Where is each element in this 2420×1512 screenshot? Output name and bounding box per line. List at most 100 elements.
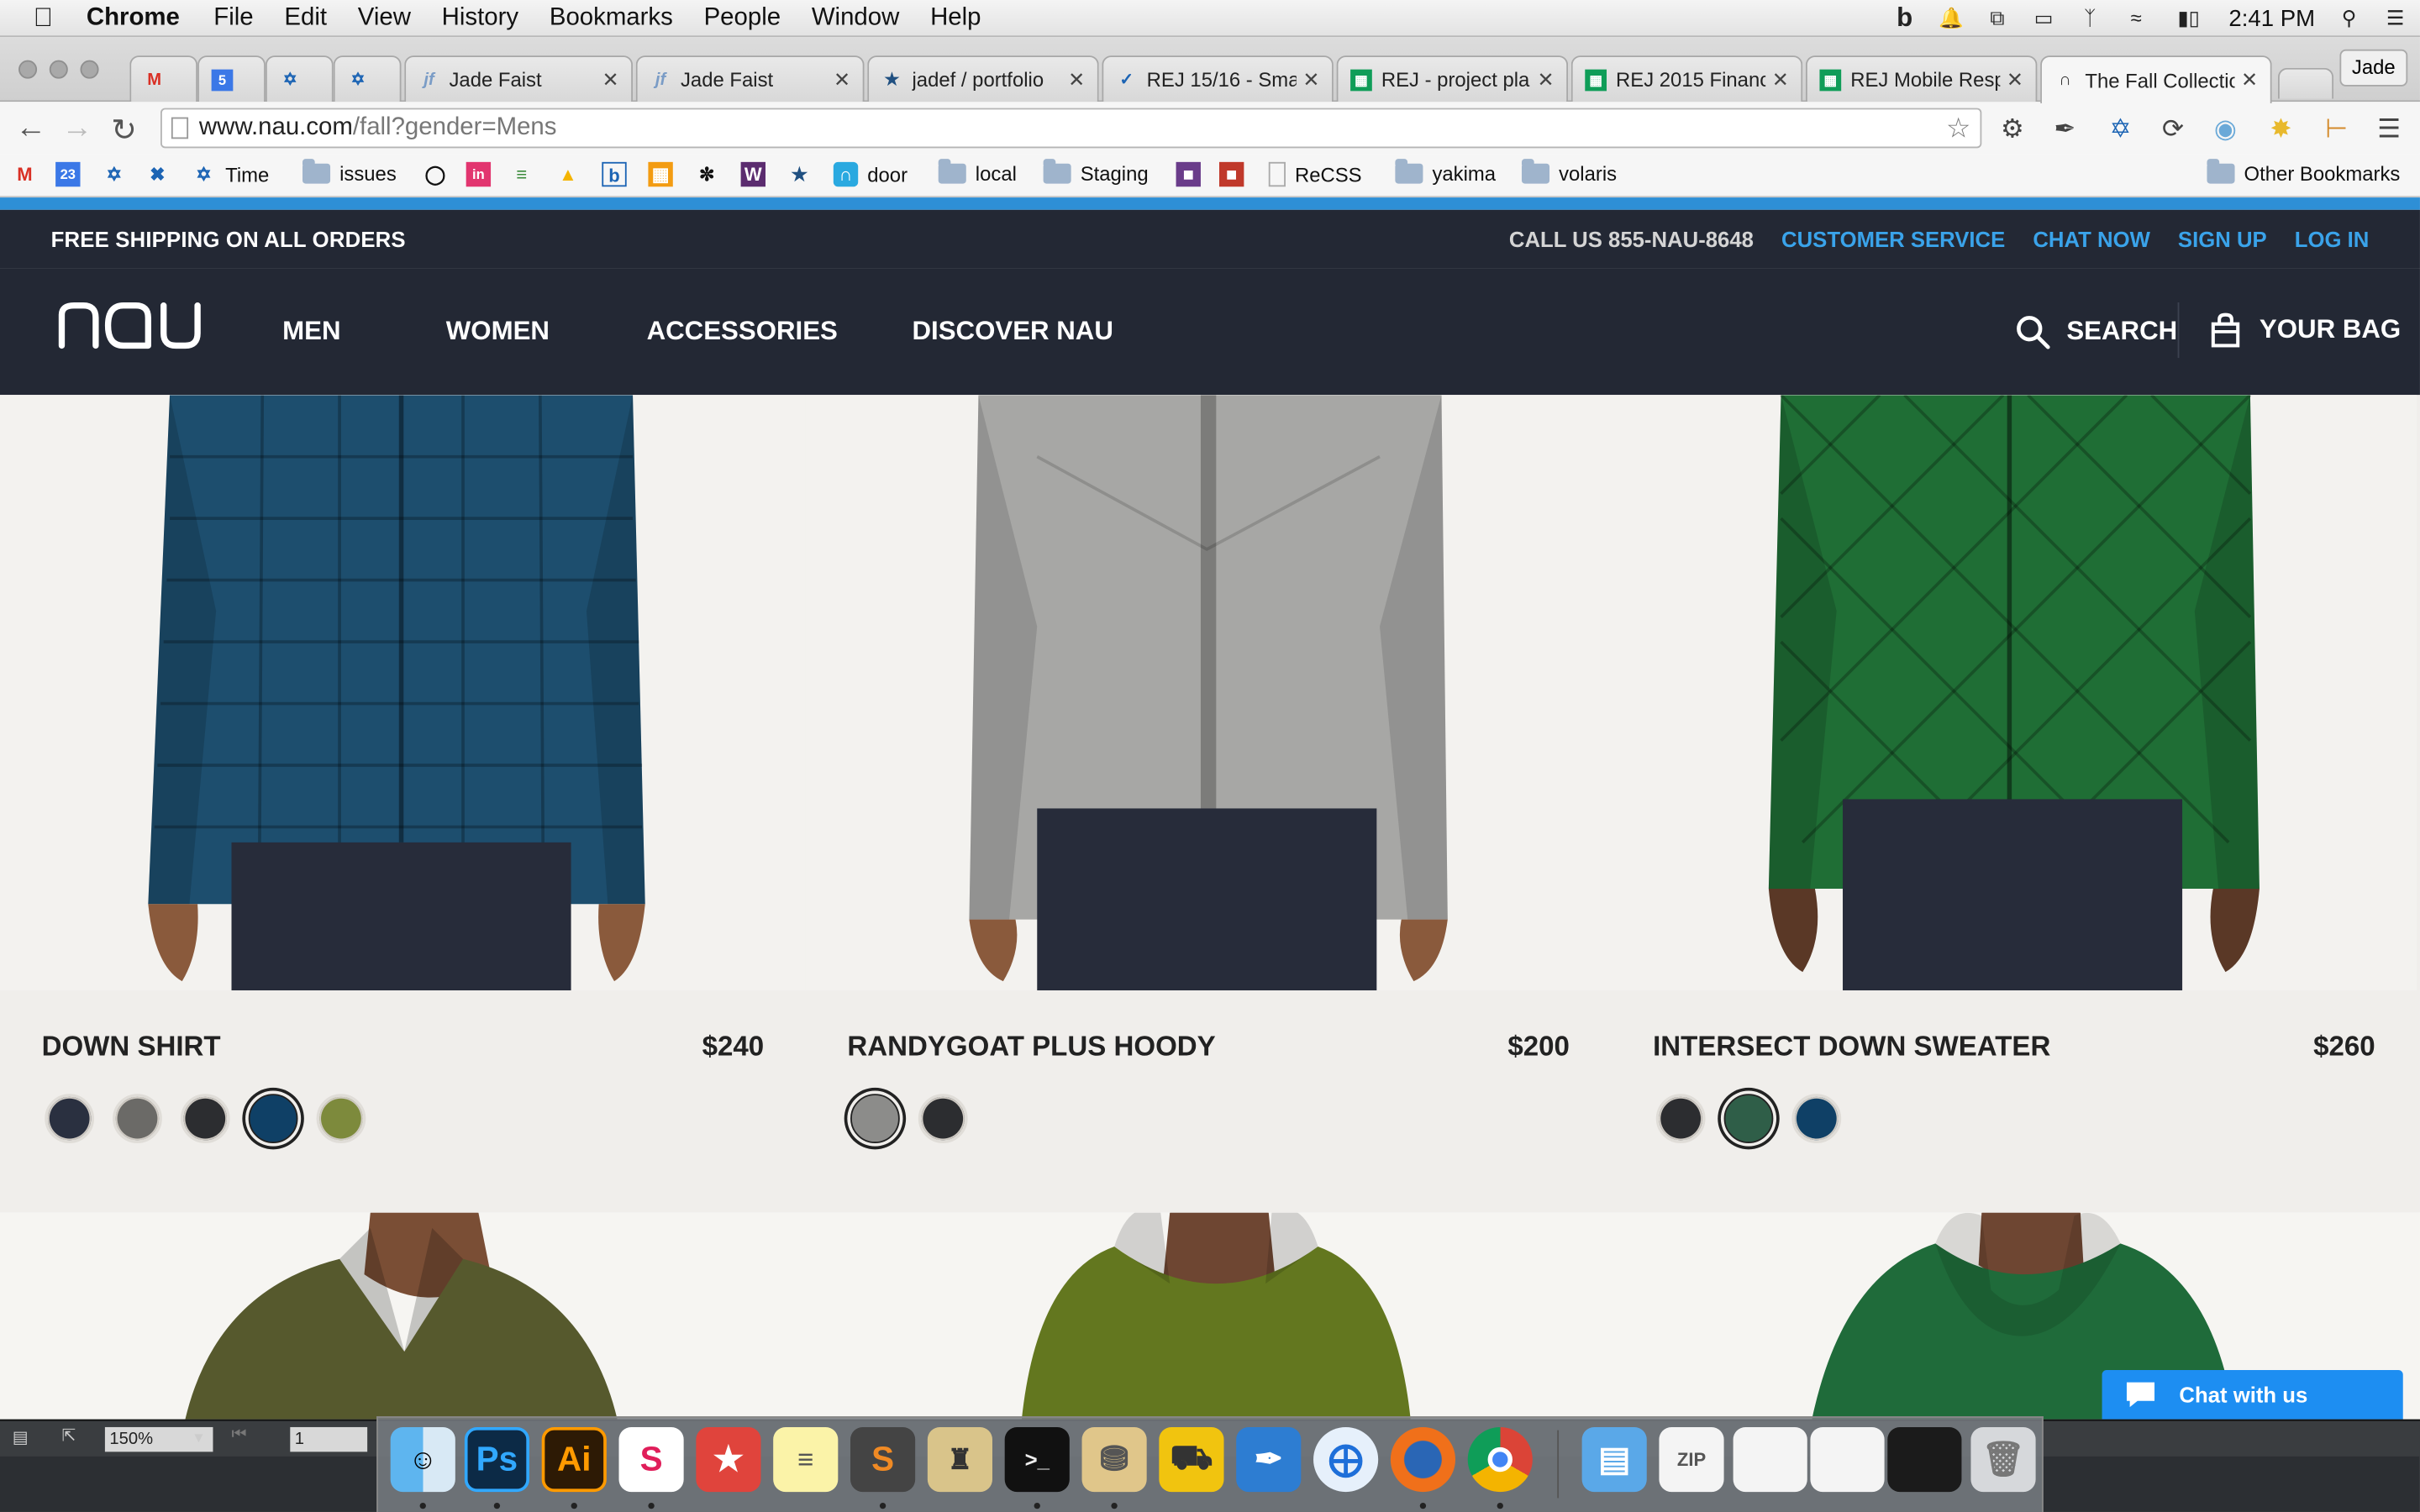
eyedropper-icon[interactable]: ✒ xyxy=(2049,114,2081,145)
bookmark-github[interactable]: ◯ xyxy=(423,162,447,186)
color-swatch[interactable] xyxy=(1655,1094,1706,1143)
customer-service-link[interactable]: CUSTOMER SERVICE xyxy=(1781,227,2005,251)
product-card[interactable]: DOWN SHIRT $240 xyxy=(0,395,806,1212)
window-manager-icon[interactable]: ⧉ xyxy=(1985,7,2009,29)
settings-gear-icon[interactable]: ⚙ xyxy=(1997,114,2028,145)
product-name[interactable]: RANDYGOAT PLUS HOODY xyxy=(847,1031,1215,1063)
tab-close-icon[interactable]: ✕ xyxy=(1538,67,1555,92)
bookmark-drive[interactable]: ▲ xyxy=(555,162,580,186)
tab-rej-2015-finance[interactable]: ▦ REJ 2015 Financ ✕ xyxy=(1570,55,1803,102)
bookmark-invision[interactable]: in xyxy=(466,161,492,187)
bookmark-local[interactable]: local xyxy=(938,159,1017,185)
tower-icon[interactable]: ♜ xyxy=(927,1426,992,1493)
bookmark-app-2[interactable]: ■ xyxy=(1218,161,1244,187)
camera-icon[interactable]: ◉ xyxy=(2210,114,2241,145)
menu-app-name[interactable]: Chrome xyxy=(87,4,180,32)
nau-logo[interactable] xyxy=(55,299,213,360)
address-bar[interactable]: www.nau.com/fall?gender=Mens ☆ xyxy=(160,108,1982,149)
illustrator-icon[interactable]: Ai xyxy=(541,1426,607,1493)
product-image[interactable] xyxy=(805,395,1612,991)
notification-bell-icon[interactable]: 🔔 xyxy=(1939,7,1964,29)
zip-file-icon[interactable]: ZIP xyxy=(1659,1426,1724,1493)
color-swatch-selected[interactable] xyxy=(850,1094,900,1143)
notification-center-icon[interactable]: ☰ xyxy=(2383,7,2407,29)
tab-rej-project-plan[interactable]: ▦ REJ - project pla ✕ xyxy=(1336,55,1569,102)
product-name[interactable]: DOWN SHIRT xyxy=(42,1031,221,1063)
zoom-window-button[interactable] xyxy=(80,60,99,79)
clock[interactable]: 2:41 PM xyxy=(2228,5,2315,31)
menu-history[interactable]: History xyxy=(442,4,518,32)
folder-icon[interactable]: ▤ xyxy=(1581,1426,1647,1493)
tab-rej-1516[interactable]: ✓ REJ 15/16 - Sma ✕ xyxy=(1102,55,1334,102)
trash-icon[interactable]: 🗑 xyxy=(1970,1426,2036,1493)
finder-icon[interactable]: ☺ xyxy=(390,1426,455,1493)
bookmark-volaris[interactable]: volaris xyxy=(1521,159,1617,185)
other-bookmarks[interactable]: Other Bookmarks xyxy=(2207,159,2400,185)
tab-calendar[interactable]: 5 xyxy=(197,55,266,102)
product-card[interactable]: INTERSECT DOWN SWEATER $260 xyxy=(1611,395,2417,1212)
menu-bookmarks[interactable]: Bookmarks xyxy=(550,4,673,32)
search-button[interactable]: SEARCH xyxy=(2014,313,2177,350)
tab-close-icon[interactable]: ✕ xyxy=(1772,67,1789,92)
photoshop-icon[interactable]: Ps xyxy=(464,1426,529,1493)
minimize-window-button[interactable] xyxy=(49,60,68,79)
tab-close-icon[interactable]: ✕ xyxy=(602,67,618,92)
airplay-icon[interactable]: ▭ xyxy=(2031,7,2055,29)
wunderlist-icon[interactable]: ★ xyxy=(696,1426,761,1493)
menu-view[interactable]: View xyxy=(358,4,411,32)
bookmark-b[interactable]: b xyxy=(602,161,627,187)
tab-close-icon[interactable]: ✕ xyxy=(1302,67,1319,92)
bookmark-time[interactable]: ✡ Time xyxy=(192,162,269,186)
bookmark-jira-1[interactable]: ✡ xyxy=(102,162,126,186)
dropdown-arrow-icon[interactable]: ▾ xyxy=(194,1427,203,1447)
b-status-icon[interactable]: b xyxy=(1892,5,1917,31)
tab-jira-1[interactable]: ✡ xyxy=(265,55,334,102)
tab-jade-faist-2[interactable]: jf Jade Faist ✕ xyxy=(635,55,865,102)
menu-file[interactable]: File xyxy=(213,4,253,32)
layout-icon[interactable]: ▤ xyxy=(13,1427,29,1447)
nav-men[interactable]: MEN xyxy=(282,317,340,348)
bookmark-issues[interactable]: issues xyxy=(302,159,397,185)
close-window-button[interactable] xyxy=(18,60,38,79)
tab-jira-2[interactable]: ✡ xyxy=(333,55,402,102)
log-in-link[interactable]: LOG IN xyxy=(2295,227,2370,251)
sublime-text-icon[interactable]: S xyxy=(850,1426,916,1493)
menu-edit[interactable]: Edit xyxy=(284,4,327,32)
bookmark-bitbucket[interactable]: ★ xyxy=(787,162,812,186)
color-swatch[interactable] xyxy=(316,1094,366,1143)
bookmark-calendar[interactable]: 23 xyxy=(55,161,81,187)
apple-icon[interactable]:  xyxy=(0,3,87,34)
notes-icon[interactable]: ≡ xyxy=(773,1426,839,1493)
page-number-field[interactable]: 1 xyxy=(290,1426,368,1452)
bookmark-staging[interactable]: Staging xyxy=(1043,159,1149,185)
profile-button[interactable]: Jade xyxy=(2339,49,2408,87)
forward-arrow-icon[interactable]: → xyxy=(61,111,92,146)
screenshot-stack-icon[interactable] xyxy=(1810,1426,1885,1493)
screenshot-stack-icon[interactable] xyxy=(1887,1426,1962,1493)
bookmark-jira-2[interactable]: ✖ xyxy=(145,162,170,186)
bookmark-recss[interactable]: ReCSS xyxy=(1268,161,1362,187)
wifi-icon[interactable]: ≈ xyxy=(2124,7,2149,29)
bookmark-grid[interactable]: ▦ xyxy=(648,161,673,187)
product-image[interactable] xyxy=(1611,395,2417,991)
color-swatch[interactable] xyxy=(1791,1094,1842,1143)
chrome-menu-icon[interactable]: ☰ xyxy=(2374,114,2405,145)
product-card[interactable]: RANDYGOAT PLUS HOODY $200 xyxy=(805,395,1612,1212)
jira-extension-icon[interactable]: ✡ xyxy=(2105,114,2136,145)
bag-button[interactable]: YOUR BAG xyxy=(2210,312,2401,349)
slack-icon[interactable]: S xyxy=(618,1426,684,1493)
firefox-icon[interactable] xyxy=(1390,1426,1456,1493)
color-swatch-selected[interactable] xyxy=(1723,1094,1774,1143)
terminal-icon[interactable]: >_ xyxy=(1004,1426,1070,1493)
ruler-icon[interactable]: ⊢ xyxy=(2321,114,2352,145)
bookmark-w[interactable]: W xyxy=(740,161,766,187)
sync-icon[interactable]: ⟳ xyxy=(2158,114,2189,145)
chrome-icon[interactable] xyxy=(1467,1426,1533,1493)
sequel-pro-icon[interactable]: ⛃ xyxy=(1081,1426,1147,1493)
menu-help[interactable]: Help xyxy=(930,4,981,32)
share-icon[interactable]: ⇱ xyxy=(61,1425,76,1446)
new-tab-button[interactable] xyxy=(2277,67,2334,99)
tab-fall-collection[interactable]: ∩ The Fall Collectio ✕ xyxy=(2040,55,2272,104)
bluetooth-icon[interactable]: ᛉ xyxy=(2077,7,2102,29)
bookmark-bars[interactable]: ≡ xyxy=(509,162,534,186)
